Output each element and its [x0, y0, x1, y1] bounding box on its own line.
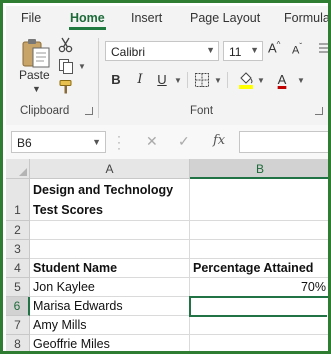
cell-a2[interactable] — [30, 221, 190, 240]
worksheet-grid: A B 1 Design and Technology Test Scores … — [6, 159, 328, 351]
cell-b4[interactable]: Percentage Attained — [190, 259, 328, 278]
cell-a8[interactable]: Geoffrie Miles — [30, 335, 190, 351]
divider — [187, 72, 188, 88]
group-divider — [98, 38, 99, 118]
cell-text-line: Test Scores — [33, 203, 103, 217]
format-painter-icon[interactable] — [58, 79, 74, 95]
fill-handle[interactable] — [327, 313, 328, 320]
cancel-icon[interactable]: ✕ — [146, 133, 158, 150]
name-box-value: B6 — [17, 136, 32, 150]
column-header-b[interactable]: B — [190, 159, 328, 179]
enter-icon[interactable]: ✓ — [178, 133, 190, 150]
paste-dropdown-icon[interactable]: ▼ — [32, 84, 41, 94]
column-header-a[interactable]: A — [30, 159, 190, 179]
row-header[interactable]: 8 — [6, 335, 30, 351]
name-box[interactable]: B6 ▼ — [11, 131, 106, 153]
chevron-down-icon: ▼ — [250, 45, 259, 55]
copy-dropdown-icon[interactable]: ▼ — [78, 62, 86, 71]
select-all-button[interactable] — [6, 159, 30, 179]
font-size-dropdown[interactable]: 11 ▼ — [223, 41, 263, 61]
cell-a4[interactable]: Student Name — [30, 259, 190, 278]
row-header[interactable]: 1 — [6, 179, 30, 221]
resize-handle-icon[interactable]: · · · — [117, 130, 121, 154]
divider — [227, 72, 228, 88]
cell-a6[interactable]: Marisa Edwards — [30, 297, 190, 316]
bold-button[interactable]: B — [106, 70, 126, 90]
cut-icon[interactable] — [58, 37, 74, 53]
font-name-dropdown[interactable]: Calibri ▼ — [105, 41, 219, 61]
tab-page-layout[interactable]: Page Layout — [190, 11, 260, 25]
cell-b7[interactable] — [190, 316, 328, 335]
grow-font-button[interactable]: A^ — [268, 40, 280, 55]
chevron-down-icon: ▼ — [206, 45, 215, 55]
cell-b1[interactable] — [190, 179, 328, 221]
formula-bar: B6 ▼ · · · ✕ ✓ fx — [6, 125, 328, 160]
fill-color-dropdown-icon[interactable]: ▼ — [257, 76, 265, 85]
paste-button-label[interactable]: Paste — [19, 68, 50, 82]
cell-a3[interactable] — [30, 240, 190, 259]
align-icon[interactable] — [319, 41, 331, 57]
font-color-button[interactable]: A — [272, 70, 292, 90]
cell-b3[interactable] — [190, 240, 328, 259]
copy-icon[interactable] — [58, 58, 74, 74]
tab-insert[interactable]: Insert — [131, 11, 162, 25]
font-size-value: 11 — [229, 45, 242, 59]
row-header[interactable]: 2 — [6, 221, 30, 240]
cell-text-line: Design and Technology — [33, 183, 174, 197]
font-name-value: Calibri — [111, 45, 146, 59]
chevron-down-icon: ▼ — [92, 137, 101, 147]
active-cell-border — [189, 296, 328, 317]
underline-button[interactable]: U — [152, 70, 172, 90]
tab-formulas[interactable]: Formulas — [284, 11, 328, 25]
insert-function-button[interactable]: fx — [213, 133, 225, 148]
clipboard-launcher-icon[interactable] — [85, 107, 93, 115]
clipboard-group-label: Clipboard — [20, 105, 70, 117]
row-header[interactable]: 7 — [6, 316, 30, 335]
grow-font-icon: A — [268, 40, 277, 56]
shrink-font-button[interactable]: Aˇ — [292, 42, 302, 57]
paste-icon[interactable] — [20, 38, 52, 68]
fill-color-icon[interactable] — [238, 70, 254, 90]
cell-a5[interactable]: Jon Kaylee — [30, 278, 190, 297]
excel-window: File Home Insert Page Layout Formulas Pa… — [0, 0, 331, 354]
row-header[interactable]: 6 — [6, 297, 30, 316]
borders-dropdown-icon[interactable]: ▼ — [214, 76, 222, 85]
italic-button[interactable]: I — [130, 70, 150, 90]
ribbon: Paste ▼ ▼ Clipboard Calibri ▼ 11 ▼ A^ Aˇ… — [6, 32, 331, 126]
cell-b2[interactable] — [190, 221, 328, 240]
row-header[interactable]: 5 — [6, 278, 30, 297]
underline-dropdown-icon[interactable]: ▼ — [174, 76, 182, 85]
font-launcher-icon[interactable] — [315, 107, 323, 115]
tab-file[interactable]: File — [21, 11, 41, 25]
font-group-label: Font — [190, 105, 214, 117]
cell-a7[interactable]: Amy Mills — [30, 316, 190, 335]
cell-a1[interactable]: Design and Technology Test Scores — [30, 179, 190, 221]
active-tab-indicator — [69, 27, 106, 30]
ribbon-tabs: File Home Insert Page Layout Formulas — [6, 6, 328, 32]
font-color-dropdown-icon[interactable]: ▼ — [297, 76, 305, 85]
borders-icon[interactable] — [194, 72, 210, 88]
row-header[interactable]: 4 — [6, 259, 30, 278]
cell-b5[interactable]: 70% — [190, 278, 328, 297]
formula-input[interactable] — [239, 131, 328, 153]
cell-b8[interactable] — [190, 335, 328, 351]
row-header[interactable]: 3 — [6, 240, 30, 259]
tab-home[interactable]: Home — [70, 11, 105, 25]
